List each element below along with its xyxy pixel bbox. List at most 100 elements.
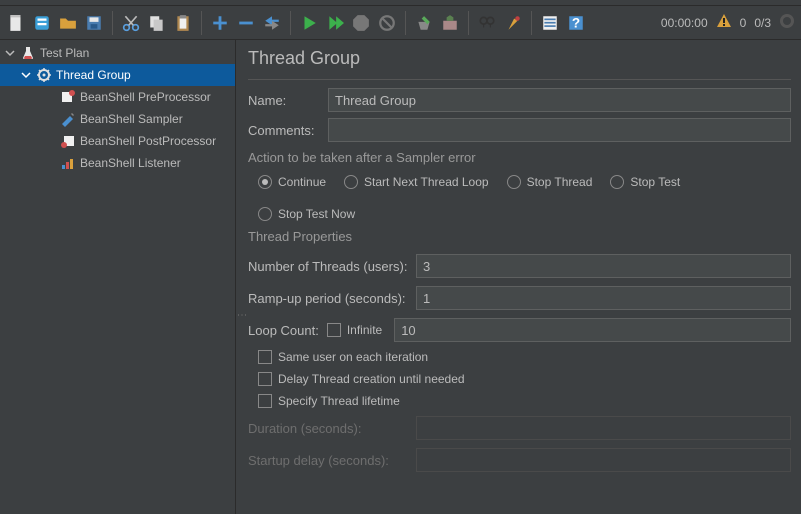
ramp-up-input[interactable] xyxy=(416,286,791,310)
reset-search-icon[interactable] xyxy=(503,13,523,33)
radio-label: Start Next Thread Loop xyxy=(364,175,489,189)
num-threads-input[interactable] xyxy=(416,254,791,278)
toolbar-status: 00:00:00 0 0/3 xyxy=(661,13,795,32)
tree-node-label: Test Plan xyxy=(40,46,89,60)
open-folder-icon[interactable] xyxy=(58,13,78,33)
divider xyxy=(248,79,791,80)
status-indicator-icon xyxy=(779,13,795,32)
expand-icon[interactable] xyxy=(210,13,230,33)
radio-icon xyxy=(610,175,624,189)
radio-label: Stop Test xyxy=(630,175,680,189)
tree-node-label: Thread Group xyxy=(56,68,131,82)
toolbar-separator xyxy=(468,11,469,35)
specify-lifetime-checkbox[interactable]: Specify Thread lifetime xyxy=(258,394,400,408)
tree-node-listener[interactable]: BeanShell Listener xyxy=(0,152,235,174)
radio-stop-thread[interactable]: Stop Thread xyxy=(507,175,593,189)
paste-icon[interactable] xyxy=(173,13,193,33)
main-toolbar: ? 00:00:00 0 0/3 xyxy=(0,6,801,40)
copy-icon[interactable] xyxy=(147,13,167,33)
tree-node-label: BeanShell PreProcessor xyxy=(80,90,211,104)
comments-label: Comments: xyxy=(248,123,318,138)
tree-node-label: BeanShell PostProcessor xyxy=(80,134,216,148)
chevron-down-icon[interactable] xyxy=(4,47,16,59)
thread-properties-legend: Thread Properties xyxy=(248,229,791,244)
radio-continue[interactable]: Continue xyxy=(258,175,326,189)
sampler-icon xyxy=(60,111,76,127)
checkbox-icon xyxy=(258,350,272,364)
radio-start-next[interactable]: Start Next Thread Loop xyxy=(344,175,489,189)
clear-icon[interactable] xyxy=(414,13,434,33)
warning-count: 0 xyxy=(740,16,747,30)
splitter-handle[interactable]: ⋮ xyxy=(236,310,247,319)
ramp-up-label: Ramp-up period (seconds): xyxy=(248,291,408,306)
main-area: Test Plan Thread Group BeanShell PreProc… xyxy=(0,40,801,514)
chevron-down-icon[interactable] xyxy=(20,69,32,81)
thread-properties-fieldset: Thread Properties Number of Threads (use… xyxy=(248,229,791,472)
radio-label: Stop Test Now xyxy=(278,207,355,221)
save-icon[interactable] xyxy=(84,13,104,33)
same-user-checkbox[interactable]: Same user on each iteration xyxy=(258,350,428,364)
toolbar-separator xyxy=(405,11,406,35)
checkbox-label: Delay Thread creation until needed xyxy=(278,372,465,386)
tree-node-test-plan[interactable]: Test Plan xyxy=(0,42,235,64)
duration-input xyxy=(416,416,791,440)
radio-icon xyxy=(507,175,521,189)
radio-stop-test-now[interactable]: Stop Test Now xyxy=(258,207,355,221)
checkbox-label: Specify Thread lifetime xyxy=(278,394,400,408)
function-helper-icon[interactable] xyxy=(540,13,560,33)
cut-icon[interactable] xyxy=(121,13,141,33)
radio-icon xyxy=(258,207,272,221)
startup-delay-label: Startup delay (seconds): xyxy=(248,453,408,468)
search-icon[interactable] xyxy=(477,13,497,33)
new-file-icon[interactable] xyxy=(6,13,26,33)
toggle-icon[interactable] xyxy=(262,13,282,33)
gear-icon xyxy=(36,67,52,83)
toolbar-separator xyxy=(112,11,113,35)
tree-node-sampler[interactable]: BeanShell Sampler xyxy=(0,108,235,130)
toolbar-separator xyxy=(290,11,291,35)
loop-infinite-checkbox[interactable]: Infinite xyxy=(327,323,382,337)
flask-icon xyxy=(20,45,36,61)
num-threads-label: Number of Threads (users): xyxy=(248,259,408,274)
clear-all-icon[interactable] xyxy=(440,13,460,33)
panel-title: Thread Group xyxy=(248,48,791,69)
duration-label: Duration (seconds): xyxy=(248,421,408,436)
loop-count-label: Loop Count: xyxy=(248,323,319,338)
start-icon[interactable] xyxy=(299,13,319,33)
shutdown-icon[interactable] xyxy=(377,13,397,33)
delay-start-checkbox[interactable]: Delay Thread creation until needed xyxy=(258,372,465,386)
radio-label: Continue xyxy=(278,175,326,189)
warning-icon[interactable] xyxy=(716,13,732,32)
name-label: Name: xyxy=(248,93,318,108)
stop-icon[interactable] xyxy=(351,13,371,33)
active-threads: 0/3 xyxy=(754,16,771,30)
radio-stop-test[interactable]: Stop Test xyxy=(610,175,680,189)
help-icon[interactable]: ? xyxy=(566,13,586,33)
radio-icon xyxy=(258,175,272,189)
tree-node-postprocessor[interactable]: BeanShell PostProcessor xyxy=(0,130,235,152)
startup-delay-input xyxy=(416,448,791,472)
sampler-error-legend: Action to be taken after a Sampler error xyxy=(248,150,791,165)
tree-node-label: BeanShell Sampler xyxy=(80,112,183,126)
radio-label: Stop Thread xyxy=(527,175,593,189)
elapsed-timer: 00:00:00 xyxy=(661,16,708,30)
name-input[interactable] xyxy=(328,88,791,112)
collapse-icon[interactable] xyxy=(236,13,256,33)
checkbox-label: Same user on each iteration xyxy=(278,350,428,364)
listener-icon xyxy=(60,155,76,171)
tree-node-label: BeanShell Listener xyxy=(80,156,181,170)
checkbox-icon xyxy=(258,394,272,408)
loop-count-input[interactable] xyxy=(394,318,791,342)
checkbox-label: Infinite xyxy=(347,323,382,337)
postprocessor-icon xyxy=(60,133,76,149)
tree-node-thread-group[interactable]: Thread Group xyxy=(0,64,235,86)
comments-input[interactable] xyxy=(328,118,791,142)
checkbox-icon xyxy=(327,323,341,337)
toolbar-separator xyxy=(531,11,532,35)
tree-node-preprocessor[interactable]: BeanShell PreProcessor xyxy=(0,86,235,108)
radio-icon xyxy=(344,175,358,189)
start-no-timers-icon[interactable] xyxy=(325,13,345,33)
editor-panel: ⋮ Thread Group Name: Comments: Action to… xyxy=(236,40,801,514)
templates-icon[interactable] xyxy=(32,13,52,33)
checkbox-icon xyxy=(258,372,272,386)
